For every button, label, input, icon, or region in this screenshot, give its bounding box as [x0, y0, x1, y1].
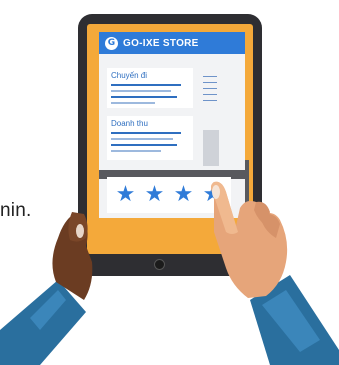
hands-illustration	[0, 181, 339, 365]
left-thumbnail	[76, 224, 84, 238]
illustration: nin. G GO-IXE STORE Chuyến đi Doanh thu …	[0, 0, 339, 365]
right-fingernail	[212, 185, 220, 199]
